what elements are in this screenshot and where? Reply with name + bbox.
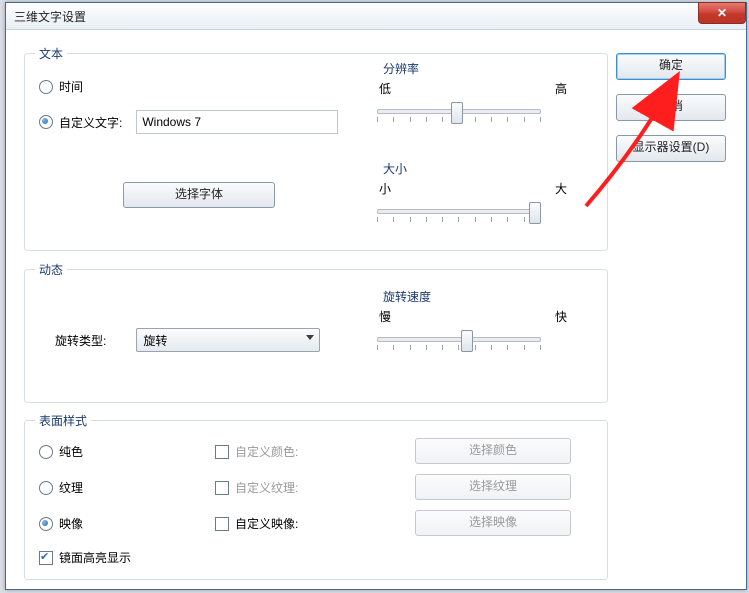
check-custom-reflection[interactable]: 自定义映像: <box>215 515 298 532</box>
rotation-type-combo[interactable]: 旋转 <box>136 328 320 352</box>
speed-label: 旋转速度 <box>379 288 435 305</box>
checkbox-icon <box>215 517 229 531</box>
window-title: 三维文字设置 <box>14 8 86 25</box>
radio-texture-label: 纹理 <box>59 479 83 496</box>
slider-track <box>377 337 541 342</box>
radio-time[interactable]: 时间 <box>39 78 83 95</box>
choose-reflection-button: 选择映像 <box>415 510 571 536</box>
radio-custom-text[interactable]: 自定义文字: <box>39 114 122 131</box>
resolution-high-label: 高 <box>555 80 567 97</box>
resolution-slider[interactable] <box>373 101 545 129</box>
speed-slider[interactable] <box>373 329 545 357</box>
size-label: 大小 <box>379 160 411 177</box>
close-icon: ✕ <box>717 6 727 20</box>
group-text-legend: 文本 <box>35 45 67 62</box>
slider-thumb[interactable] <box>451 102 463 124</box>
group-text: 文本 时间 自定义文字: 选择字体 分辨率 <box>24 53 608 251</box>
check-custom-texture-label: 自定义纹理: <box>235 479 298 496</box>
group-motion: 动态 旋转类型: 旋转 旋转速度 慢 快 <box>24 269 608 403</box>
radio-reflection[interactable]: 映像 <box>39 515 83 532</box>
client-area: 文本 时间 自定义文字: 选择字体 分辨率 <box>16 41 736 579</box>
radio-icon <box>39 115 53 129</box>
radio-solid-label: 纯色 <box>59 443 83 460</box>
group-motion-legend: 动态 <box>35 261 67 278</box>
speed-slow-label: 慢 <box>379 308 391 325</box>
rotation-type-value: 旋转 <box>143 332 167 349</box>
size-slider[interactable] <box>373 201 545 229</box>
radio-icon <box>39 445 53 459</box>
check-custom-color-label: 自定义颜色: <box>235 443 298 460</box>
radio-reflection-label: 映像 <box>59 515 83 532</box>
size-big-label: 大 <box>555 180 567 197</box>
radio-icon <box>39 80 53 94</box>
group-surface: 表面样式 纯色 自定义颜色: 选择颜色 <box>24 420 608 580</box>
dialog-window: 三维文字设置 ✕ 文本 时间 自定义文字: 选择字体 <box>5 2 747 590</box>
choose-font-button[interactable]: 选择字体 <box>123 182 275 208</box>
speed-fast-label: 快 <box>555 308 567 325</box>
slider-thumb[interactable] <box>461 330 473 352</box>
radio-time-label: 时间 <box>59 78 83 95</box>
size-small-label: 小 <box>379 180 391 197</box>
slider-thumb[interactable] <box>529 202 541 224</box>
radio-solid-color[interactable]: 纯色 <box>39 443 83 460</box>
slider-track <box>377 209 541 214</box>
cancel-button[interactable]: 取消 <box>616 94 726 121</box>
group-surface-legend: 表面样式 <box>35 412 91 429</box>
slider-ticks <box>377 345 541 351</box>
radio-icon <box>39 481 53 495</box>
custom-text-input[interactable] <box>136 110 338 134</box>
check-custom-color[interactable]: 自定义颜色: <box>215 443 298 460</box>
close-button[interactable]: ✕ <box>698 2 746 24</box>
check-custom-texture[interactable]: 自定义纹理: <box>215 479 298 496</box>
radio-custom-text-label: 自定义文字: <box>59 114 122 131</box>
check-specular-label: 镜面高亮显示 <box>59 549 131 566</box>
sidebar-buttons: 确定 取消 显示器设置(D) <box>616 53 726 176</box>
chevron-down-icon <box>306 335 314 340</box>
check-specular[interactable]: 镜面高亮显示 <box>39 549 131 566</box>
checkbox-icon <box>39 551 53 565</box>
monitor-settings-button[interactable]: 显示器设置(D) <box>616 135 726 162</box>
resolution-low-label: 低 <box>379 80 391 97</box>
checkbox-icon <box>215 445 229 459</box>
choose-color-button: 选择颜色 <box>415 438 571 464</box>
radio-icon <box>39 517 53 531</box>
slider-ticks <box>377 217 541 223</box>
rotation-type-label: 旋转类型: <box>55 332 106 349</box>
radio-texture[interactable]: 纹理 <box>39 479 83 496</box>
titlebar: 三维文字设置 ✕ <box>6 3 746 30</box>
ok-button[interactable]: 确定 <box>616 53 726 80</box>
checkbox-icon <box>215 481 229 495</box>
resolution-label: 分辨率 <box>379 60 423 77</box>
choose-texture-button: 选择纹理 <box>415 474 571 500</box>
check-custom-reflection-label: 自定义映像: <box>235 515 298 532</box>
